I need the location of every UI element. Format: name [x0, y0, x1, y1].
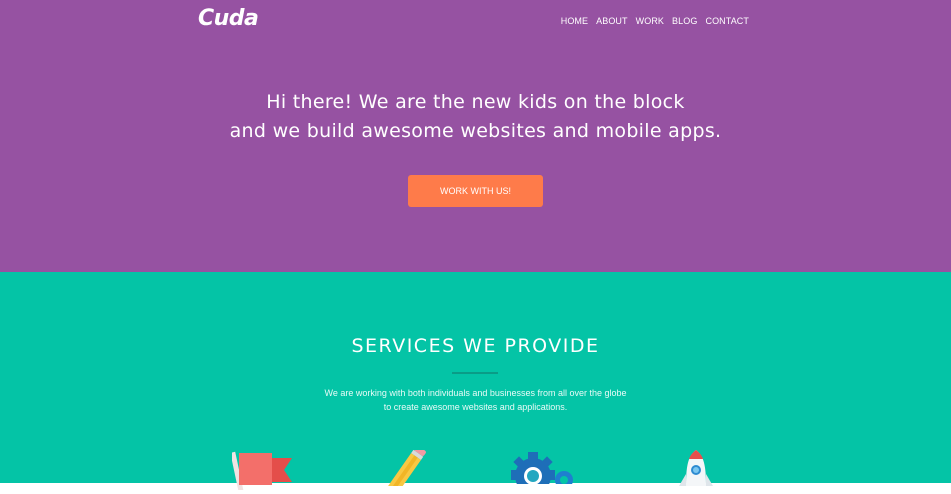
services-description-line-1: We are working with both individuals and… [324, 388, 627, 398]
rocket-icon [676, 450, 716, 490]
hero-headline-line-1: Hi there! We are the new kids on the blo… [266, 91, 685, 113]
main-nav: HOME ABOUT WORK BLOG CONTACT [561, 16, 749, 26]
nav-contact[interactable]: CONTACT [705, 16, 749, 26]
hero-section: Cuda HOME ABOUT WORK BLOG CONTACT Hi the… [0, 0, 951, 272]
hero-headline: Hi there! We are the new kids on the blo… [0, 88, 951, 146]
pencil-icon [388, 445, 428, 493]
logo[interactable]: Cuda [198, 6, 259, 31]
nav-home[interactable]: HOME [561, 16, 588, 26]
services-section: SERVICES WE PROVIDE We are working with … [0, 272, 951, 494]
services-title: SERVICES WE PROVIDE [351, 335, 600, 357]
nav-work[interactable]: WORK [636, 16, 664, 26]
nav-blog[interactable]: BLOG [672, 16, 697, 26]
services-description: We are working with both individuals and… [0, 386, 951, 414]
flag-icon [230, 450, 294, 494]
gear-icon [506, 450, 576, 494]
title-divider [452, 372, 498, 374]
nav-about[interactable]: ABOUT [596, 16, 628, 26]
hero-headline-line-2: and we build awesome websites and mobile… [229, 120, 722, 142]
services-description-line-2: to create awesome websites and applicati… [383, 402, 568, 412]
work-with-us-button[interactable]: WORK WITH US! [408, 175, 543, 207]
